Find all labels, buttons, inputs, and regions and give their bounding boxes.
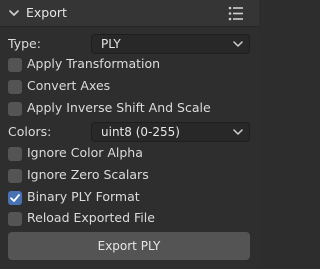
ignore-zero-scalars-label: Ignore Zero Scalars xyxy=(27,167,149,182)
convert-axes-label: Convert Axes xyxy=(27,78,111,93)
type-dropdown-value: PLY xyxy=(101,37,121,51)
export-panel: Export Type: PLY Apply Transformation Co… xyxy=(0,0,259,269)
list-icon[interactable] xyxy=(228,6,244,21)
apply-inverse-shift-checkbox[interactable] xyxy=(8,102,22,116)
chevron-down-icon xyxy=(233,41,243,47)
colors-dropdown-value: uint8 (0-255) xyxy=(101,125,180,139)
reload-exported-file-checkbox[interactable] xyxy=(8,212,22,226)
ignore-zero-scalars-checkbox[interactable] xyxy=(8,169,22,183)
apply-inverse-shift-row[interactable]: Apply Inverse Shift And Scale xyxy=(8,100,253,118)
convert-axes-row[interactable]: Convert Axes xyxy=(8,78,253,96)
colors-label: Colors: xyxy=(8,124,52,139)
ignore-zero-scalars-row[interactable]: Ignore Zero Scalars xyxy=(8,167,253,185)
apply-inverse-shift-label: Apply Inverse Shift And Scale xyxy=(27,100,211,115)
binary-ply-format-checkbox[interactable] xyxy=(8,191,22,205)
reload-exported-file-row[interactable]: Reload Exported File xyxy=(8,210,253,228)
ignore-color-alpha-checkbox[interactable] xyxy=(8,147,22,161)
apply-transformation-row[interactable]: Apply Transformation xyxy=(8,56,253,74)
ignore-color-alpha-label: Ignore Color Alpha xyxy=(27,145,143,160)
checkmark-icon xyxy=(10,194,20,202)
colors-dropdown[interactable]: uint8 (0-255) xyxy=(91,122,250,142)
type-label: Type: xyxy=(8,36,41,51)
binary-ply-format-label: Binary PLY Format xyxy=(27,189,140,204)
apply-transformation-checkbox[interactable] xyxy=(8,58,22,72)
reload-exported-file-label: Reload Exported File xyxy=(27,210,155,225)
panel-header[interactable]: Export xyxy=(0,0,259,27)
type-dropdown[interactable]: PLY xyxy=(91,34,250,54)
chevron-down-icon xyxy=(233,129,243,135)
convert-axes-checkbox[interactable] xyxy=(8,80,22,94)
binary-ply-format-row[interactable]: Binary PLY Format xyxy=(8,189,253,207)
ignore-color-alpha-row[interactable]: Ignore Color Alpha xyxy=(8,145,253,163)
apply-transformation-label: Apply Transformation xyxy=(27,56,161,71)
panel-title: Export xyxy=(26,5,67,20)
export-ply-button[interactable]: Export PLY xyxy=(8,232,250,260)
chevron-down-icon[interactable] xyxy=(8,7,20,19)
